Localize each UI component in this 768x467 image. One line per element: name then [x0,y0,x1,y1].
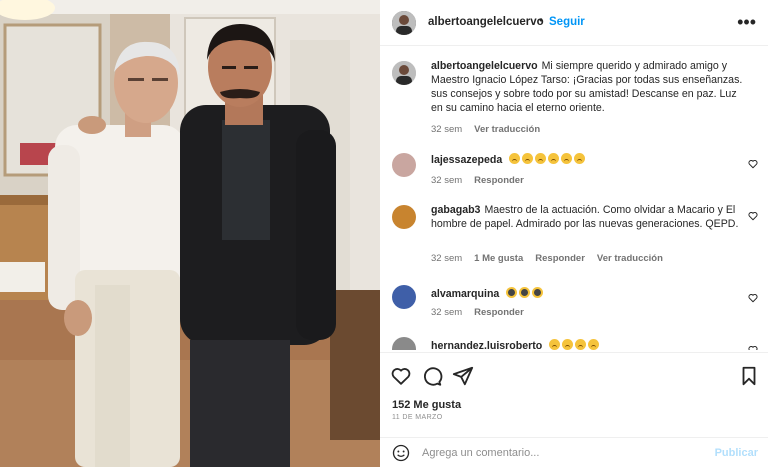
header-separator: • [539,15,544,27]
caption-translate-link[interactable]: Ver traducción [474,124,540,135]
commenter-avatar[interactable] [392,337,416,350]
comment-text-block: gabagab3 Maestro de la actuación. Como ol… [431,203,751,231]
follow-button[interactable]: Seguir [549,16,585,28]
comment-icon[interactable] [421,365,443,387]
hands-over-mouth-icon [506,287,518,298]
comment-text-block: lajessazepeda [431,153,751,167]
heart-icon[interactable] [748,293,758,303]
send-icon[interactable] [452,365,474,387]
heart-icon[interactable] [748,159,758,169]
crying-face-icon [574,153,586,164]
comment-item: hernandez.luisroberto [380,335,768,350]
crying-face-icon [522,153,534,164]
comment-item: lajessazepeda 32 sem Responder [380,149,768,193]
post-caption: albertoangelelcuervo Mi siempre querido y… [380,57,768,143]
commenter-avatar[interactable] [392,285,416,309]
photo-image [0,0,380,467]
publish-button[interactable]: Publicar [715,447,758,459]
reply-link[interactable]: Responder [535,253,585,264]
comments-list[interactable]: albertoangelelcuervo Mi siempre querido y… [380,47,768,350]
comment-time: 32 sem [431,175,463,186]
commenter-avatar[interactable] [392,205,416,229]
translate-link[interactable]: Ver traducción [597,253,663,264]
comment-username[interactable]: hernandez.luisroberto [431,340,542,350]
reply-link[interactable]: Responder [474,175,524,186]
reply-link[interactable]: Responder [474,307,524,318]
comment-time: 32 sem [431,253,463,264]
post-photo[interactable] [0,0,380,467]
crying-face-icon [535,153,547,164]
hands-over-mouth-icon [532,287,544,298]
caption-meta: 32 sem Ver traducción [431,124,552,135]
crying-face-icon [509,153,521,164]
comment-meta: 32 sem Responder [431,175,536,186]
comment-meta: 32 sem Responder [431,307,536,318]
comment-username[interactable]: alvamarquina [431,288,499,300]
commenter-avatar[interactable] [392,153,416,177]
comment-item: gabagab3 Maestro de la actuación. Como ol… [380,201,768,267]
heart-icon[interactable] [748,211,758,221]
comment-username[interactable]: gabagab3 [431,204,480,216]
more-horizontal-icon[interactable]: ••• [737,13,756,31]
comment-item: alvamarquina 32 sem Responder [380,283,768,327]
comment-time: 32 sem [431,307,463,318]
heart-icon[interactable] [390,365,412,387]
comment-likes[interactable]: 1 Me gusta [474,253,523,264]
caption-username[interactable]: albertoangelelcuervo [431,60,538,72]
caption-time: 32 sem [431,124,463,135]
post-sidebar: albertoangelelcuervo • Seguir ••• albert… [380,0,768,467]
crying-face-icon [548,153,560,164]
post-header: albertoangelelcuervo • Seguir ••• [380,0,768,46]
post-actions: 152 Me gusta 11 DE MARZO [380,352,768,444]
crying-face-icon [588,339,600,350]
post-date: 11 DE MARZO [392,414,443,421]
comment-meta: 32 sem 1 Me gusta Responder Ver traducción [431,253,675,264]
crying-face-icon [561,153,573,164]
comment-username[interactable]: lajessazepeda [431,154,502,166]
author-username[interactable]: albertoangelelcuervo [428,16,544,28]
author-avatar[interactable] [392,11,416,35]
crying-face-icon [562,339,574,350]
add-comment-bar: Publicar [380,437,768,467]
comment-text-block: alvamarquina [431,287,751,301]
caption-avatar[interactable] [392,61,416,85]
smiley-icon[interactable] [392,444,410,462]
bookmark-icon[interactable] [738,365,760,387]
likes-count[interactable]: 152 Me gusta [392,399,461,411]
caption-text-block: albertoangelelcuervo Mi siempre querido y… [431,59,751,115]
crying-face-icon [549,339,561,350]
comment-text-block: hernandez.luisroberto [431,339,751,350]
heart-icon[interactable] [748,345,758,350]
hands-over-mouth-icon [519,287,531,298]
crying-face-icon [575,339,587,350]
comment-input[interactable] [422,444,702,462]
